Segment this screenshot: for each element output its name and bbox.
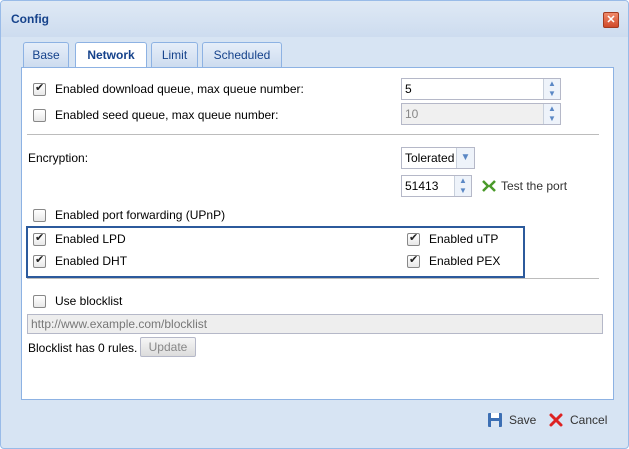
port-number[interactable]: 51413 ▲ ▼ — [401, 175, 472, 197]
dht-row: Enabled DHT — [33, 253, 128, 268]
download-queue-spinner[interactable]: ▲ ▼ — [543, 79, 560, 99]
update-button[interactable]: Update — [140, 337, 196, 357]
download-queue-label: Enabled download queue, max queue number… — [55, 82, 304, 96]
download-queue-number[interactable]: 5 ▲ ▼ — [401, 78, 561, 100]
close-icon[interactable]: ✕ — [603, 12, 619, 28]
test-port-icon — [482, 180, 496, 192]
spin-up-icon[interactable]: ▲ — [458, 176, 468, 185]
tab-limit[interactable]: Limit — [151, 42, 198, 67]
seed-queue-value: 10 — [405, 107, 419, 121]
pex-checkbox[interactable] — [407, 253, 420, 268]
save-icon — [488, 413, 502, 427]
cancel-label: Cancel — [570, 413, 608, 427]
seed-queue-label: Enabled seed queue, max queue number: — [55, 108, 279, 122]
port-value: 51413 — [405, 179, 439, 193]
lpd-label: Enabled LPD — [55, 232, 126, 246]
spin-down-icon[interactable]: ▼ — [458, 186, 468, 195]
window-title: Config — [11, 12, 49, 26]
lpd-checkbox[interactable] — [33, 231, 46, 246]
tab-scheduled[interactable]: Scheduled — [202, 42, 282, 67]
utp-checkbox[interactable] — [407, 231, 420, 246]
upnp-row: Enabled port forwarding (UPnP) — [33, 208, 225, 222]
utp-label: Enabled uTP — [429, 232, 499, 246]
divider — [27, 278, 599, 279]
blocklist-row: Use blocklist — [33, 294, 122, 308]
upnp-label: Enabled port forwarding (UPnP) — [55, 208, 226, 222]
encryption-select[interactable]: Tolerated ▼ — [401, 147, 475, 169]
dht-label: Enabled DHT — [55, 254, 128, 268]
seed-queue-number[interactable]: 10 ▲ ▼ — [401, 103, 561, 125]
encryption-value: Tolerated — [405, 151, 455, 165]
encryption-label: Encryption: — [28, 151, 89, 165]
download-queue-row: Enabled download queue, max queue number… — [33, 81, 304, 96]
chevron-down-icon[interactable]: ▼ — [456, 148, 474, 168]
seed-queue-row: Enabled seed queue, max queue number: — [33, 108, 279, 122]
save-button[interactable]: Save — [487, 412, 536, 428]
blocklist-checkbox[interactable] — [33, 294, 46, 308]
pex-row: Enabled PEX — [407, 253, 501, 268]
pex-label: Enabled PEX — [429, 254, 501, 268]
download-queue-value: 5 — [405, 82, 412, 96]
download-queue-checkbox[interactable] — [33, 81, 46, 96]
blocklist-label: Use blocklist — [55, 294, 123, 308]
spin-up-icon[interactable]: ▲ — [547, 79, 557, 88]
blocklist-url-field[interactable]: http://www.example.com/blocklist — [27, 314, 603, 334]
lpd-row: Enabled LPD — [33, 231, 126, 246]
blocklist-rules-text: Blocklist has 0 rules. — [28, 341, 138, 355]
title-bar[interactable]: Config ✕ — [1, 1, 628, 37]
cancel-icon — [549, 413, 563, 427]
dht-checkbox[interactable] — [33, 253, 46, 268]
divider — [27, 134, 599, 135]
test-port-label: Test the port — [501, 179, 568, 193]
save-label: Save — [509, 413, 537, 427]
test-port-button[interactable]: Test the port — [481, 178, 567, 194]
tab-base[interactable]: Base — [23, 42, 69, 67]
cancel-button[interactable]: Cancel — [548, 412, 607, 428]
spin-down-icon[interactable]: ▼ — [547, 114, 557, 123]
upnp-checkbox[interactable] — [33, 208, 46, 222]
port-spinner[interactable]: ▲ ▼ — [454, 176, 471, 196]
spin-down-icon[interactable]: ▼ — [547, 89, 557, 98]
seed-queue-spinner[interactable]: ▲ ▼ — [543, 104, 560, 124]
tab-network[interactable]: Network — [75, 42, 147, 69]
seed-queue-checkbox[interactable] — [33, 108, 46, 122]
spin-up-icon[interactable]: ▲ — [547, 104, 557, 113]
config-dialog: Config ✕ Base Network Limit Scheduled En… — [0, 0, 629, 449]
utp-row: Enabled uTP — [407, 231, 499, 246]
